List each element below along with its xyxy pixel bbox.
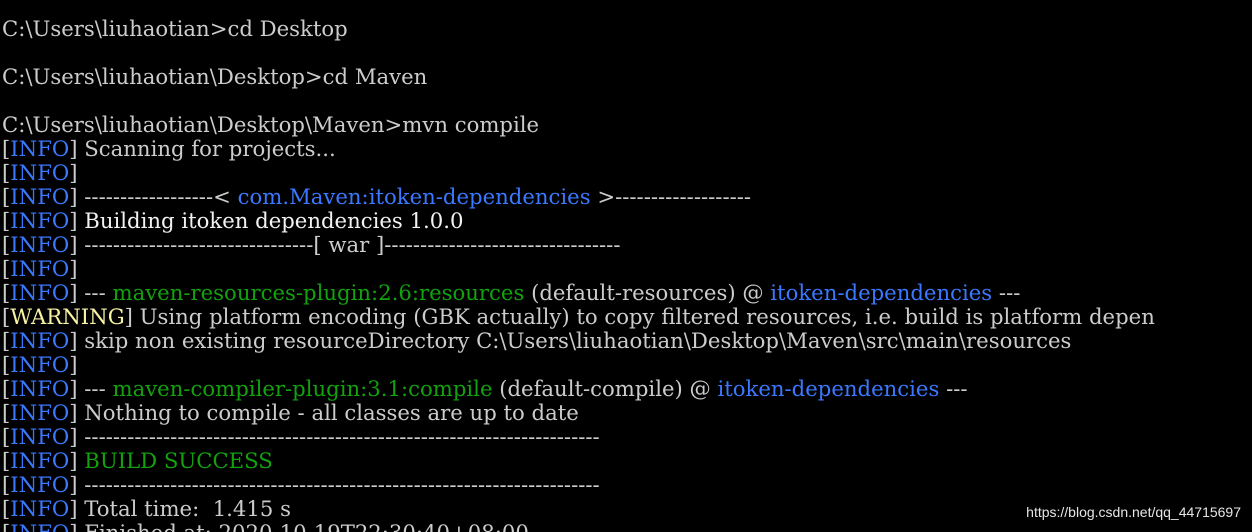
terminal-text-segment: INFO (10, 424, 70, 449)
terminal-text-segment: ] --- (69, 280, 113, 305)
terminal-text-segment: itoken-dependencies (717, 376, 940, 401)
terminal-line: [INFO] Scanning for projects... (2, 137, 1155, 161)
terminal-text-segment: ] Using platform encoding (GBK actually)… (124, 304, 1155, 329)
terminal-line: [INFO] Total time: 1.415 s (2, 497, 1155, 521)
terminal-text-segment: WARNING (10, 304, 125, 329)
terminal-text-segment: itoken-dependencies (770, 280, 993, 305)
terminal-line: C:\Users\liuhaotian\Desktop>cd Maven (2, 65, 1155, 89)
terminal-line: [INFO] --------------------------------[… (2, 233, 1155, 257)
terminal-line: C:\Users\liuhaotian>cd Desktop (2, 17, 1155, 41)
terminal-line: [INFO] --- maven-resources-plugin:2.6:re… (2, 281, 1155, 305)
terminal-line: C:\Users\liuhaotian\Desktop\Maven>mvn co… (2, 113, 1155, 137)
terminal-text-segment: ] (69, 160, 78, 185)
terminal-text-segment: INFO (10, 232, 70, 257)
terminal-line: [INFO] Finished at: 2020-10-19T22:30:40+… (2, 521, 1155, 532)
terminal-text-segment: >------------------- (590, 184, 752, 209)
terminal-text-segment: INFO (10, 376, 70, 401)
watermark-text: https://blog.csdn.net/qq_44715697 (1026, 504, 1241, 520)
terminal-text-segment: INFO (10, 256, 70, 281)
terminal-text-segment: C:\Users\liuhaotian\Desktop\Maven>mvn co… (2, 112, 540, 137)
terminal-line: [INFO] (2, 257, 1155, 281)
terminal-text-segment: ] ------------------< (69, 184, 238, 209)
terminal-text-segment: --- (992, 280, 1021, 305)
terminal-output: C:\Users\liuhaotian>cd Desktop C:\Users\l… (2, 17, 1155, 532)
terminal-text-segment: ] --------------------------------[ war … (69, 232, 621, 257)
terminal-line: [INFO] ---------------------------------… (2, 425, 1155, 449)
terminal-line: [INFO] (2, 161, 1155, 185)
terminal-text-segment: INFO (10, 136, 70, 161)
terminal-text-segment: INFO (10, 472, 70, 497)
terminal-line: [INFO] ------------------< com.Maven:ito… (2, 185, 1155, 209)
terminal-line: [INFO] skip non existing resourceDirecto… (2, 329, 1155, 353)
terminal-text-segment: ] skip non existing resourceDirectory C:… (69, 328, 1072, 353)
terminal-text-segment: ] Nothing to compile - all classes are u… (69, 400, 579, 425)
terminal-line: [INFO] Building itoken dependencies 1.0.… (2, 209, 1155, 233)
terminal-line: [INFO] ---------------------------------… (2, 473, 1155, 497)
terminal-text-segment: INFO (10, 160, 70, 185)
terminal-text-segment: INFO (10, 328, 70, 353)
terminal-line: [INFO] --- maven-compiler-plugin:3.1:com… (2, 377, 1155, 401)
terminal-text-segment: ] (69, 208, 85, 233)
terminal-text-segment: Building itoken dependencies 1.0.0 (84, 208, 464, 233)
terminal-line: [INFO] BUILD SUCCESS (2, 449, 1155, 473)
terminal-text-segment: maven-resources-plugin:2.6:resources (112, 280, 525, 305)
terminal-text-segment: --- (939, 376, 968, 401)
terminal-text-segment: INFO (10, 280, 70, 305)
terminal-text-segment: BUILD SUCCESS (84, 448, 273, 473)
terminal-text-segment: ] Scanning for projects... (69, 136, 336, 161)
terminal-text-segment: INFO (10, 352, 70, 377)
terminal-text-segment: INFO (10, 520, 69, 532)
terminal-line: [WARNING] Using platform encoding (GBK a… (2, 305, 1155, 329)
terminal-line: [INFO] Nothing to compile - all classes … (2, 401, 1155, 425)
terminal-text-segment: (default-compile) @ (492, 376, 718, 401)
terminal-text-segment: INFO (10, 496, 70, 521)
terminal-text-segment: INFO (10, 184, 70, 209)
terminal-text-segment: ] --------------------------------------… (69, 472, 600, 497)
terminal-text-segment: ] (69, 448, 85, 473)
terminal-text-segment: (default-resources) @ (524, 280, 771, 305)
terminal-text-segment: ] --- (69, 376, 113, 401)
terminal-text-segment: ] (69, 352, 78, 377)
terminal-line: [INFO] (2, 353, 1155, 377)
terminal-window[interactable]: C:\Users\liuhaotian>cd Desktop C:\Users\l… (0, 0, 1252, 532)
terminal-text-segment: INFO (10, 208, 70, 233)
terminal-text-segment: com.Maven:itoken-dependencies (237, 184, 591, 209)
terminal-text-segment: ] Finished at: 2020-10-19T22:30:40+08:00 (69, 520, 529, 532)
terminal-text-segment: maven-compiler-plugin:3.1:compile (112, 376, 493, 401)
terminal-text-segment: INFO (10, 448, 70, 473)
terminal-text-segment: ] (69, 256, 78, 281)
terminal-text-segment: INFO (10, 400, 70, 425)
terminal-text-segment: ] Total time: 1.415 s (69, 496, 291, 521)
terminal-text-segment: C:\Users\liuhaotian\Desktop>cd Maven (2, 64, 428, 89)
terminal-text-segment: ] --------------------------------------… (69, 424, 600, 449)
terminal-text-segment: C:\Users\liuhaotian>cd Desktop (2, 16, 348, 41)
